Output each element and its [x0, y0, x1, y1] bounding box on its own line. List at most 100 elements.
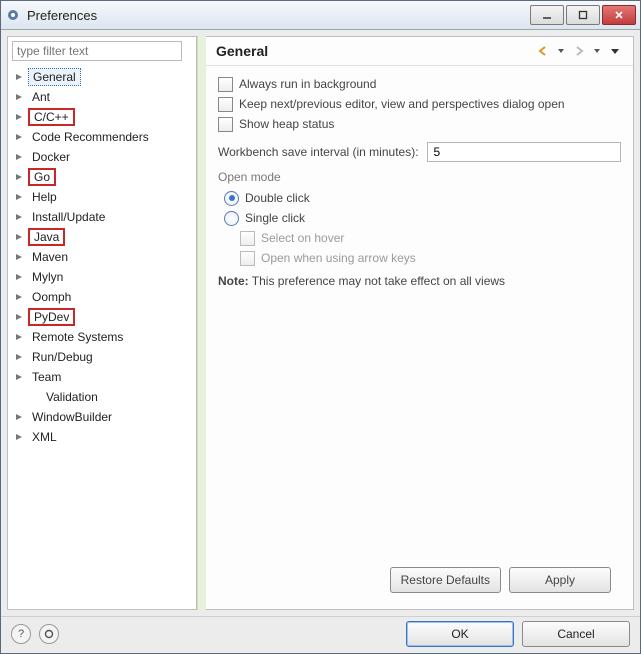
save-interval-label: Workbench save interval (in minutes):: [218, 145, 419, 159]
close-button[interactable]: [602, 5, 636, 25]
tree-item[interactable]: Run/Debug: [14, 347, 196, 367]
help-icon[interactable]: ?: [11, 624, 31, 644]
save-interval-input[interactable]: [427, 142, 621, 162]
single-click-radio-row[interactable]: Single click: [224, 208, 621, 228]
open-mode-group-label: Open mode: [218, 170, 621, 184]
cancel-button[interactable]: Cancel: [522, 621, 630, 647]
always-run-bg-row[interactable]: Always run in background: [218, 74, 621, 94]
tree-item[interactable]: Install/Update: [14, 207, 196, 227]
expand-icon[interactable]: [14, 252, 24, 262]
restore-defaults-button[interactable]: Restore Defaults: [390, 567, 501, 593]
open-arrow-keys-label: Open when using arrow keys: [261, 251, 416, 265]
tree-item[interactable]: Maven: [14, 247, 196, 267]
keep-editor-dialog-row[interactable]: Keep next/previous editor, view and pers…: [218, 94, 621, 114]
checkbox-icon: [218, 117, 233, 132]
back-menu-icon[interactable]: [553, 43, 569, 59]
forward-icon: [571, 43, 587, 59]
double-click-label: Double click: [245, 191, 310, 205]
single-click-label: Single click: [245, 211, 305, 225]
note-line: Note: This preference may not take effec…: [218, 274, 621, 288]
expand-icon[interactable]: [14, 432, 24, 442]
window-title: Preferences: [27, 8, 530, 23]
apply-button[interactable]: Apply: [509, 567, 611, 593]
filter-input[interactable]: [12, 41, 182, 61]
tree-item-label: Ant: [28, 89, 54, 105]
view-menu-icon[interactable]: [607, 43, 623, 59]
tree-item-label: General: [28, 68, 81, 86]
tree-item[interactable]: Remote Systems: [14, 327, 196, 347]
tree-item-label: Mylyn: [28, 269, 67, 285]
tree-item[interactable]: XML: [14, 427, 196, 447]
expand-icon[interactable]: [14, 412, 24, 422]
checkbox-icon: [218, 97, 233, 112]
tree-item-label: WindowBuilder: [28, 409, 116, 425]
tree-item[interactable]: Team: [14, 367, 196, 387]
expand-icon[interactable]: [14, 152, 24, 162]
back-icon[interactable]: [535, 43, 551, 59]
expand-icon[interactable]: [14, 112, 24, 122]
expand-icon[interactable]: [14, 292, 24, 302]
expand-icon[interactable]: [14, 92, 24, 102]
preference-tree-panel: General Ant C/C++ Code Recommenders DockerGo…: [7, 36, 197, 610]
sash[interactable]: [197, 36, 206, 610]
filter-container: [12, 41, 192, 61]
tree-item-label: Code Recommenders: [28, 129, 153, 145]
app-icon: [5, 7, 21, 23]
tree-item-label: Validation: [42, 389, 102, 405]
tree-item-label: Help: [28, 189, 61, 205]
keep-editor-dialog-label: Keep next/previous editor, view and pers…: [239, 97, 565, 111]
always-run-bg-label: Always run in background: [239, 77, 376, 91]
expand-icon[interactable]: [14, 332, 24, 342]
tree-item[interactable]: Go: [14, 167, 196, 187]
tree-item[interactable]: Docker: [14, 147, 196, 167]
tree-item[interactable]: Help: [14, 187, 196, 207]
tree-item[interactable]: Ant: [14, 87, 196, 107]
expand-icon[interactable]: [14, 192, 24, 202]
preference-tree[interactable]: General Ant C/C++ Code Recommenders DockerGo…: [8, 65, 196, 609]
tree-item[interactable]: General: [14, 67, 196, 87]
tree-item-label: Maven: [28, 249, 72, 265]
select-on-hover-label: Select on hover: [261, 231, 344, 245]
checkbox-icon: [240, 251, 255, 266]
tree-item[interactable]: Mylyn: [14, 267, 196, 287]
tree-item-label: PyDev: [28, 308, 75, 326]
expand-icon[interactable]: [14, 232, 24, 242]
tree-item[interactable]: PyDev: [14, 307, 196, 327]
expand-icon[interactable]: [14, 172, 24, 182]
tree-item[interactable]: Code Recommenders: [14, 127, 196, 147]
double-click-radio-row[interactable]: Double click: [224, 188, 621, 208]
expand-icon[interactable]: [14, 352, 24, 362]
tree-item[interactable]: Validation: [28, 387, 196, 407]
maximize-button[interactable]: [566, 5, 600, 25]
expand-icon[interactable]: [14, 312, 24, 322]
expand-icon[interactable]: [14, 132, 24, 142]
expand-icon[interactable]: [14, 72, 24, 82]
tree-item[interactable]: Oomph: [14, 287, 196, 307]
tree-item[interactable]: WindowBuilder: [14, 407, 196, 427]
minimize-button[interactable]: [530, 5, 564, 25]
tree-item-label: C/C++: [28, 108, 75, 126]
expand-icon[interactable]: [14, 212, 24, 222]
tree-item-label: Oomph: [28, 289, 75, 305]
tree-item-label: Team: [28, 369, 65, 385]
page-title: General: [216, 43, 535, 59]
show-heap-row[interactable]: Show heap status: [218, 114, 621, 134]
preference-page: General Always run in background Keep ne…: [206, 36, 634, 610]
import-export-icon[interactable]: [39, 624, 59, 644]
dialog-footer: ? OK Cancel: [1, 616, 640, 651]
select-on-hover-row: Select on hover: [240, 228, 621, 248]
tree-item[interactable]: Java: [14, 227, 196, 247]
tree-item[interactable]: C/C++: [14, 107, 196, 127]
titlebar[interactable]: Preferences: [1, 1, 640, 30]
expand-icon[interactable]: [14, 272, 24, 282]
ok-button[interactable]: OK: [406, 621, 514, 647]
expand-icon[interactable]: [14, 372, 24, 382]
tree-item-label: XML: [28, 429, 61, 445]
tree-item-label: Install/Update: [28, 209, 109, 225]
tree-item-label: Run/Debug: [28, 349, 97, 365]
checkbox-icon: [240, 231, 255, 246]
note-bold: Note:: [218, 274, 249, 288]
forward-menu-icon[interactable]: [589, 43, 605, 59]
radio-icon: [224, 191, 239, 206]
note-text: This preference may not take effect on a…: [252, 274, 505, 288]
